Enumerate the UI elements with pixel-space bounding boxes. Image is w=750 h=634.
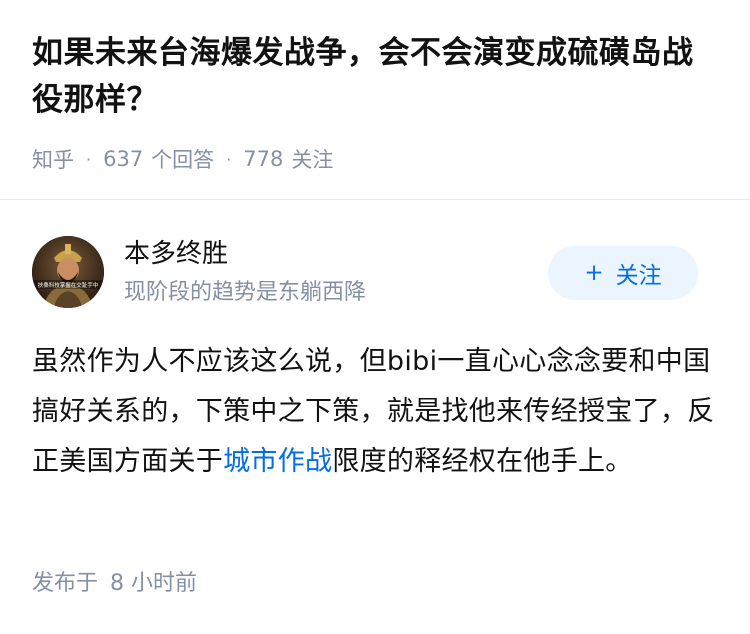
answers-count: 637 <box>103 147 144 171</box>
section-divider <box>0 199 750 200</box>
follow-label: 关注 <box>615 263 662 289</box>
question-title[interactable]: 如果未来台海爆发战争，会不会演变成硫磺岛战役那样？ <box>32 30 722 124</box>
source-label: 知乎 <box>32 148 74 172</box>
follow-button[interactable]: + 关注 <box>548 246 698 300</box>
publish-time: 发布于 8 小时前 <box>32 565 197 597</box>
question-header: 如果未来台海爆发战争，会不会演变成硫磺岛战役那样？ <box>32 30 722 124</box>
question-meta: 知乎 · 637 个回答 · 778 关注 <box>32 144 333 174</box>
author-info: 扶桑科技掌握在交趾手中 本多终胜 现阶段的趋势是东躺西降 + 关注 <box>32 236 718 308</box>
followers-count: 778 <box>243 147 284 171</box>
answer-text-end: 限度的释经权在他手上。 <box>332 446 633 477</box>
avatar-caption: 扶桑科技掌握在交趾手中 <box>38 281 99 289</box>
avatar-portrait-icon: 扶桑科技掌握在交趾手中 <box>32 236 104 308</box>
plus-icon: + <box>584 260 604 286</box>
meta-separator: · <box>226 149 232 169</box>
urban-warfare-link[interactable]: 城市作战 <box>223 446 332 477</box>
answers-label: 个回答 <box>151 148 215 172</box>
author-name[interactable]: 本多终胜 <box>124 236 228 272</box>
answer-content: 虽然作为人不应该这么说，但bibi一直心心念念要和中国搞好关系的，下策中之下策，… <box>32 337 722 487</box>
meta-separator: · <box>86 149 92 169</box>
author-headline: 现阶段的趋势是东躺西降 <box>124 280 367 305</box>
publish-label: 发布于 <box>32 571 99 596</box>
avatar[interactable]: 扶桑科技掌握在交趾手中 <box>32 236 104 308</box>
followers-label: 关注 <box>291 148 334 172</box>
publish-time-value: 8 小时前 <box>110 571 198 596</box>
